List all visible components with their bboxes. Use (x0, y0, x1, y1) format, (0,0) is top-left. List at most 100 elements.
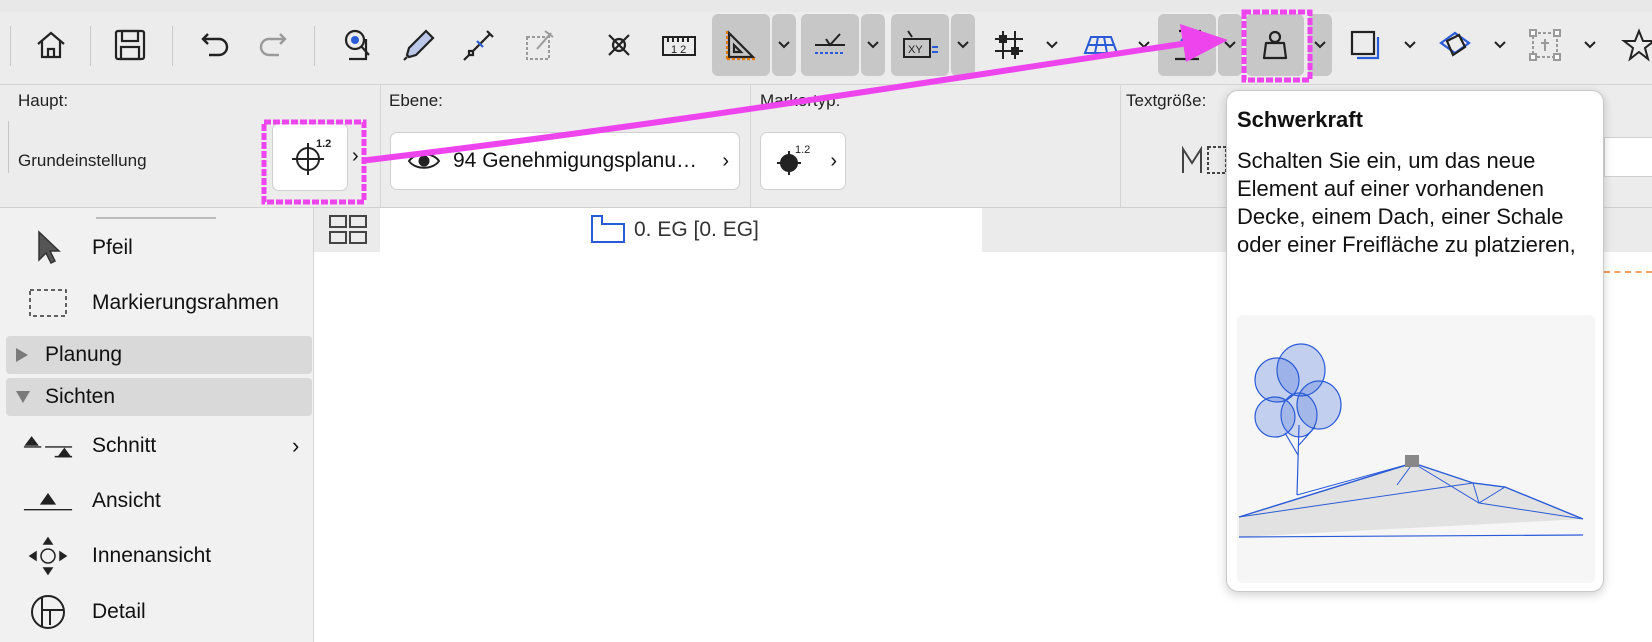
sidebar-drag-handle[interactable] (96, 217, 216, 219)
find-select-button[interactable] (330, 14, 388, 76)
layer-combination-dropdown[interactable] (1398, 14, 1422, 76)
intersection-button[interactable] (590, 14, 648, 76)
tab-overview-button[interactable] (328, 214, 368, 246)
crosshair-marker-icon: 1.2 (292, 138, 331, 175)
chevron-down-icon (778, 41, 790, 49)
chevron-right-icon: › (830, 149, 837, 172)
triangle-right-icon (16, 348, 28, 362)
tool-detail[interactable]: Detail (0, 586, 313, 638)
chevron-right-icon: › (292, 433, 300, 458)
diamond-box-icon (1439, 31, 1471, 57)
symbol-badge: 1.2 (316, 138, 331, 150)
tooltip-description: Schalten Sie ein, um das neue Element au… (1237, 148, 1576, 257)
transfer-settings-button[interactable] (510, 14, 568, 76)
elevation-icon (23, 492, 73, 511)
tab-floor-plan[interactable]: 0. EG [0. EG] (380, 208, 982, 252)
favorites-button[interactable] (1610, 14, 1652, 76)
layer-combination-button[interactable] (1336, 14, 1394, 76)
info-box-separator (750, 85, 751, 207)
grid-snap-icon (995, 31, 1023, 59)
coordinate-input-button[interactable]: XY (891, 14, 949, 76)
eyedropper-icon (403, 29, 435, 61)
tool-elevation[interactable]: Ansicht (0, 475, 313, 527)
info-box-separator (1120, 85, 1121, 207)
divider (8, 121, 9, 173)
chevron-down-icon (1224, 41, 1236, 49)
save-button[interactable] (101, 14, 159, 76)
snap-guides-dropdown[interactable] (861, 14, 885, 76)
marquee-icon (29, 289, 67, 317)
floor-tab-label: 0. EG [0. EG] (634, 218, 759, 241)
elevation-reference-button[interactable] (1158, 14, 1216, 76)
snap-guides-button[interactable] (801, 14, 859, 76)
section-icon (23, 436, 73, 458)
editing-plane-icon (1083, 36, 1119, 54)
editing-plane-dropdown[interactable] (1132, 14, 1156, 76)
favorite-preset-label: Grundeinstellung (18, 151, 147, 170)
tree-icon (1254, 343, 1342, 496)
grid-snap-dropdown[interactable] (1040, 14, 1064, 76)
hammer-box-icon (526, 30, 554, 60)
intersection-icon (608, 34, 630, 56)
undo-button[interactable] (184, 14, 242, 76)
layer-value: 94 Genehmigungsplanu… (453, 149, 698, 172)
group-dropdown[interactable] (1578, 14, 1602, 76)
main-toolbar: 1 2 XY (0, 12, 1652, 85)
tool-interior-elevation[interactable]: Innenansicht (0, 530, 313, 582)
group-button[interactable] (1516, 14, 1574, 76)
gravity-button[interactable] (1246, 14, 1304, 76)
layer-label: Ebene: (389, 91, 443, 110)
coordinate-input-dropdown[interactable] (951, 14, 975, 76)
tool-arrow[interactable]: Pfeil (0, 222, 313, 274)
grid-snap-button[interactable] (980, 14, 1038, 76)
gravity-dropdown[interactable] (1308, 14, 1332, 76)
toolbox-sidebar: Pfeil Markierungsrahmen Planung Sichten … (0, 208, 314, 642)
triangle-down-icon (16, 391, 30, 403)
marker-type-label: Markertyp: (760, 91, 841, 110)
renovation-filter-dropdown[interactable] (1488, 14, 1512, 76)
syringe-icon (463, 30, 494, 61)
eyedropper-button[interactable] (390, 14, 448, 76)
ruler-icon: 1 2 (662, 36, 696, 56)
guide-lines-button[interactable] (712, 14, 770, 76)
guide-line (1604, 271, 1652, 273)
group-planung[interactable]: Planung (6, 336, 312, 374)
text-size-field[interactable] (1604, 137, 1652, 177)
tool-marquee[interactable]: Markierungsrahmen (0, 277, 313, 329)
gravity-weight-icon (1262, 30, 1288, 60)
measure-button[interactable]: 1 2 (650, 14, 708, 76)
redo-button[interactable] (246, 14, 304, 76)
group-sichten[interactable]: Sichten (6, 378, 312, 416)
syringe-button[interactable] (450, 14, 508, 76)
home-button[interactable] (22, 14, 80, 76)
chevron-down-icon (867, 41, 879, 49)
main-label: Haupt: (18, 91, 69, 110)
layer-selector[interactable]: 94 Genehmigungsplanu… › (390, 132, 740, 190)
chevron-right-icon[interactable]: › (352, 145, 359, 168)
set-square-icon (725, 30, 756, 61)
toolbar-separator (314, 26, 315, 66)
tool-section[interactable]: Schnitt › (0, 420, 313, 472)
home-icon (37, 31, 65, 59)
elevation-reference-dropdown[interactable] (1218, 14, 1242, 76)
marker-type-selector[interactable]: 1.2 › (760, 132, 846, 190)
tooltip-title: Schwerkraft (1237, 107, 1363, 132)
toolbar-separator (10, 26, 11, 66)
undo-icon (201, 33, 229, 57)
xy-coordinate-icon: XY (903, 30, 938, 58)
text-size-icon (1182, 145, 1227, 174)
symbol-type-button[interactable]: 1.2 (272, 123, 348, 191)
grid-tiles-icon (329, 215, 367, 244)
star-icon (1621, 28, 1652, 62)
snap-guide-icon (815, 33, 845, 54)
gravity-tooltip: Schwerkraft Schalten Sie ein, um das neu… (1226, 90, 1604, 592)
tooltip-illustration (1237, 315, 1595, 583)
editing-plane-button[interactable] (1072, 14, 1130, 76)
guide-lines-dropdown[interactable] (772, 14, 796, 76)
chevron-down-icon (957, 41, 969, 49)
elevation-arrow-icon (1175, 29, 1201, 61)
svg-text:1 2: 1 2 (671, 44, 686, 56)
chevron-down-icon (1494, 41, 1506, 49)
chevron-right-icon: › (722, 149, 729, 172)
renovation-filter-button[interactable] (1426, 14, 1484, 76)
